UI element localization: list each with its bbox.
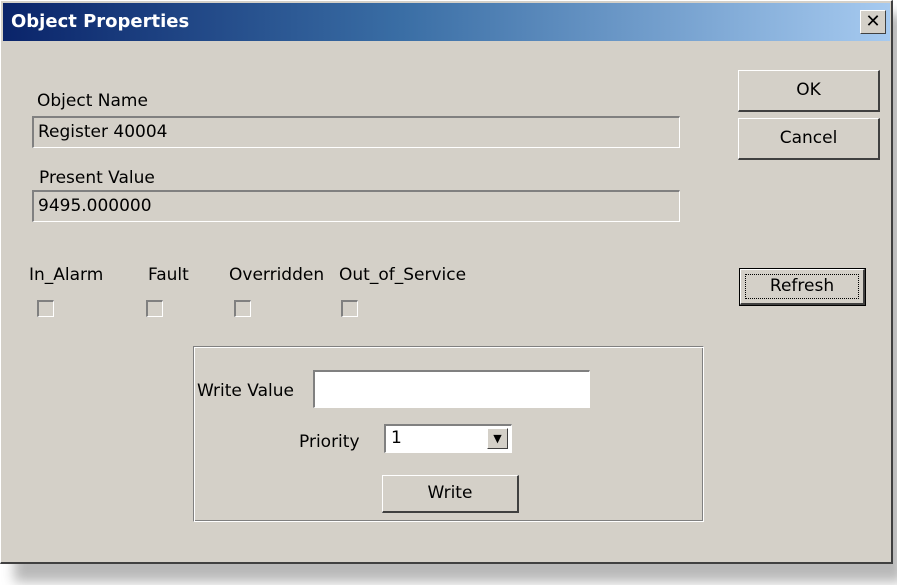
write-value-label: Write Value	[197, 381, 294, 401]
ok-button[interactable]: OK	[738, 70, 880, 112]
title-bar[interactable]: Object Properties ✕	[3, 3, 890, 41]
present-value-value: 9495.000000	[38, 196, 152, 216]
close-icon: ✕	[865, 11, 881, 32]
present-value-field: 9495.000000	[32, 190, 680, 222]
chevron-down-icon: ▼	[493, 432, 502, 445]
overridden-checkbox	[234, 300, 251, 317]
write-button-label: Write	[427, 483, 473, 503]
in-alarm-label: In_Alarm	[29, 265, 104, 285]
write-value-input[interactable]	[313, 370, 590, 408]
priority-selected-value: 1	[391, 428, 402, 448]
close-button[interactable]: ✕	[860, 10, 886, 34]
write-button[interactable]: Write	[382, 475, 519, 513]
ok-button-label: OK	[796, 80, 821, 100]
priority-dropdown-button[interactable]: ▼	[487, 428, 508, 449]
priority-label: Priority	[299, 432, 360, 452]
present-value-label: Present Value	[39, 168, 155, 188]
cancel-button[interactable]: Cancel	[738, 118, 880, 160]
object-name-label: Object Name	[37, 91, 148, 111]
object-name-value: Register 40004	[38, 122, 168, 142]
cancel-button-label: Cancel	[779, 128, 838, 148]
object-name-field: Register 40004	[32, 116, 680, 148]
in-alarm-checkbox	[37, 300, 54, 317]
out-of-service-label: Out_of_Service	[339, 265, 467, 285]
refresh-button[interactable]: Refresh	[739, 268, 866, 306]
fault-checkbox	[146, 300, 163, 317]
object-properties-dialog: Object Properties ✕ Object Name Register…	[0, 0, 893, 564]
window-title: Object Properties	[11, 11, 190, 32]
fault-label: Fault	[148, 265, 189, 285]
refresh-focus-ring	[745, 274, 859, 299]
overridden-label: Overridden	[229, 265, 325, 285]
out-of-service-checkbox	[341, 300, 358, 317]
